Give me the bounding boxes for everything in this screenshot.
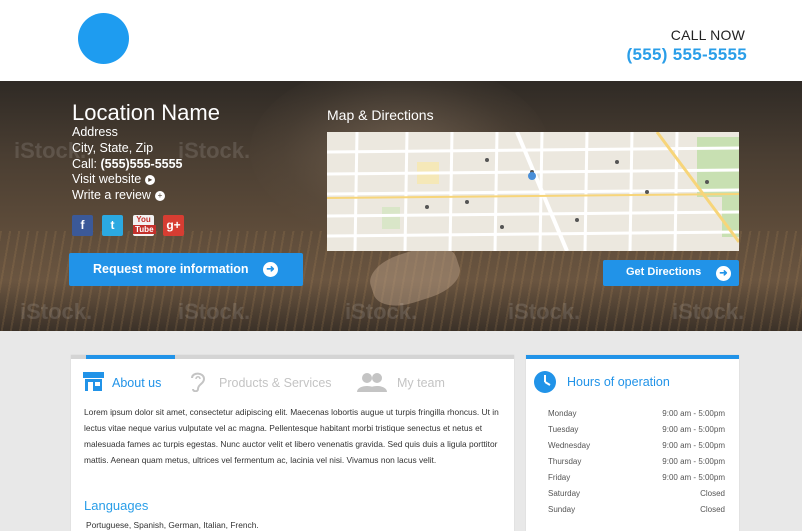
write-review-link[interactable]: Write a review + bbox=[72, 188, 165, 202]
ear-icon bbox=[191, 372, 206, 392]
languages-title: Languages bbox=[84, 498, 149, 513]
watermark: iStock. bbox=[672, 299, 745, 324]
watermark: iStock. bbox=[178, 138, 251, 163]
request-info-label: Request more information bbox=[93, 262, 249, 276]
arrow-right-icon: ➜ bbox=[716, 266, 731, 281]
hours-title: Hours of operation bbox=[567, 375, 670, 389]
hours-time: 9:00 am - 5:00pm bbox=[662, 473, 725, 482]
request-info-button[interactable]: Request more information ➜ bbox=[69, 253, 303, 286]
map-view[interactable] bbox=[327, 132, 739, 251]
hours-time: 9:00 am - 5:00pm bbox=[662, 457, 725, 466]
get-directions-button[interactable]: Get Directions ➜ bbox=[603, 260, 739, 286]
tab-my-team-label: My team bbox=[397, 376, 445, 390]
clock-icon bbox=[534, 371, 556, 393]
hours-time: 9:00 am - 5:00pm bbox=[662, 441, 725, 450]
hours-time: Closed bbox=[700, 489, 725, 498]
logo[interactable] bbox=[78, 13, 129, 64]
hours-time: 9:00 am - 5:00pm bbox=[662, 409, 725, 418]
visit-website-label: Visit website bbox=[72, 172, 142, 186]
watermark: iStock. bbox=[20, 299, 93, 324]
hours-day: Saturday bbox=[548, 489, 581, 498]
active-tab-indicator bbox=[86, 355, 175, 359]
header-phone-link[interactable]: (555) 555-5555 bbox=[627, 45, 747, 65]
hours-time: Closed bbox=[700, 505, 725, 514]
location-name: Location Name bbox=[72, 100, 220, 125]
write-review-label: Write a review bbox=[72, 188, 151, 202]
plus-icon: + bbox=[154, 190, 165, 201]
arrow-right-icon: ➜ bbox=[263, 262, 278, 277]
team-icon bbox=[357, 373, 387, 392]
tab-products-services-label: Products & Services bbox=[219, 376, 332, 390]
hours-day: Monday bbox=[548, 409, 577, 418]
street-map-image bbox=[327, 132, 739, 251]
watermark: iStock. bbox=[178, 299, 251, 324]
visit-website-link[interactable]: Visit website ▸ bbox=[72, 172, 156, 186]
location-address: Address bbox=[72, 125, 118, 139]
about-text: Lorem ipsum dolor sit amet, consectetur … bbox=[84, 407, 499, 465]
twitter-icon[interactable]: t bbox=[102, 215, 123, 236]
watermark: iStock. bbox=[508, 299, 581, 324]
hours-day: Friday bbox=[548, 473, 571, 482]
hours-day: Sunday bbox=[548, 505, 576, 514]
call-now-label: CALL NOW bbox=[670, 27, 745, 43]
get-directions-label: Get Directions bbox=[626, 266, 702, 278]
languages-list: Portuguese, Spanish, German, Italian, Fr… bbox=[86, 520, 259, 530]
map-title: Map & Directions bbox=[327, 107, 434, 123]
hours-day: Wednesday bbox=[548, 441, 591, 450]
tab-about-us-label: About us bbox=[112, 376, 162, 390]
location-phone-link[interactable]: (555)555-5555 bbox=[101, 157, 183, 171]
youtube-icon[interactable]: You Tube bbox=[133, 215, 156, 236]
facebook-icon[interactable]: f bbox=[72, 215, 93, 236]
hours-time: 9:00 am - 5:00pm bbox=[662, 425, 725, 434]
location-city-state-zip: City, State, Zip bbox=[72, 141, 154, 155]
site-header: CALL NOW (555) 555-5555 bbox=[0, 0, 802, 81]
store-icon bbox=[83, 372, 104, 391]
google-plus-icon[interactable]: g+ bbox=[163, 215, 184, 236]
hours-day: Tuesday bbox=[548, 425, 579, 434]
arrow-right-icon: ▸ bbox=[145, 174, 156, 185]
location-call-line: Call: (555)555-5555 bbox=[72, 157, 183, 171]
call-label: Call: bbox=[72, 157, 98, 171]
watermark: iStock. bbox=[345, 299, 418, 324]
hours-day: Thursday bbox=[548, 457, 582, 466]
